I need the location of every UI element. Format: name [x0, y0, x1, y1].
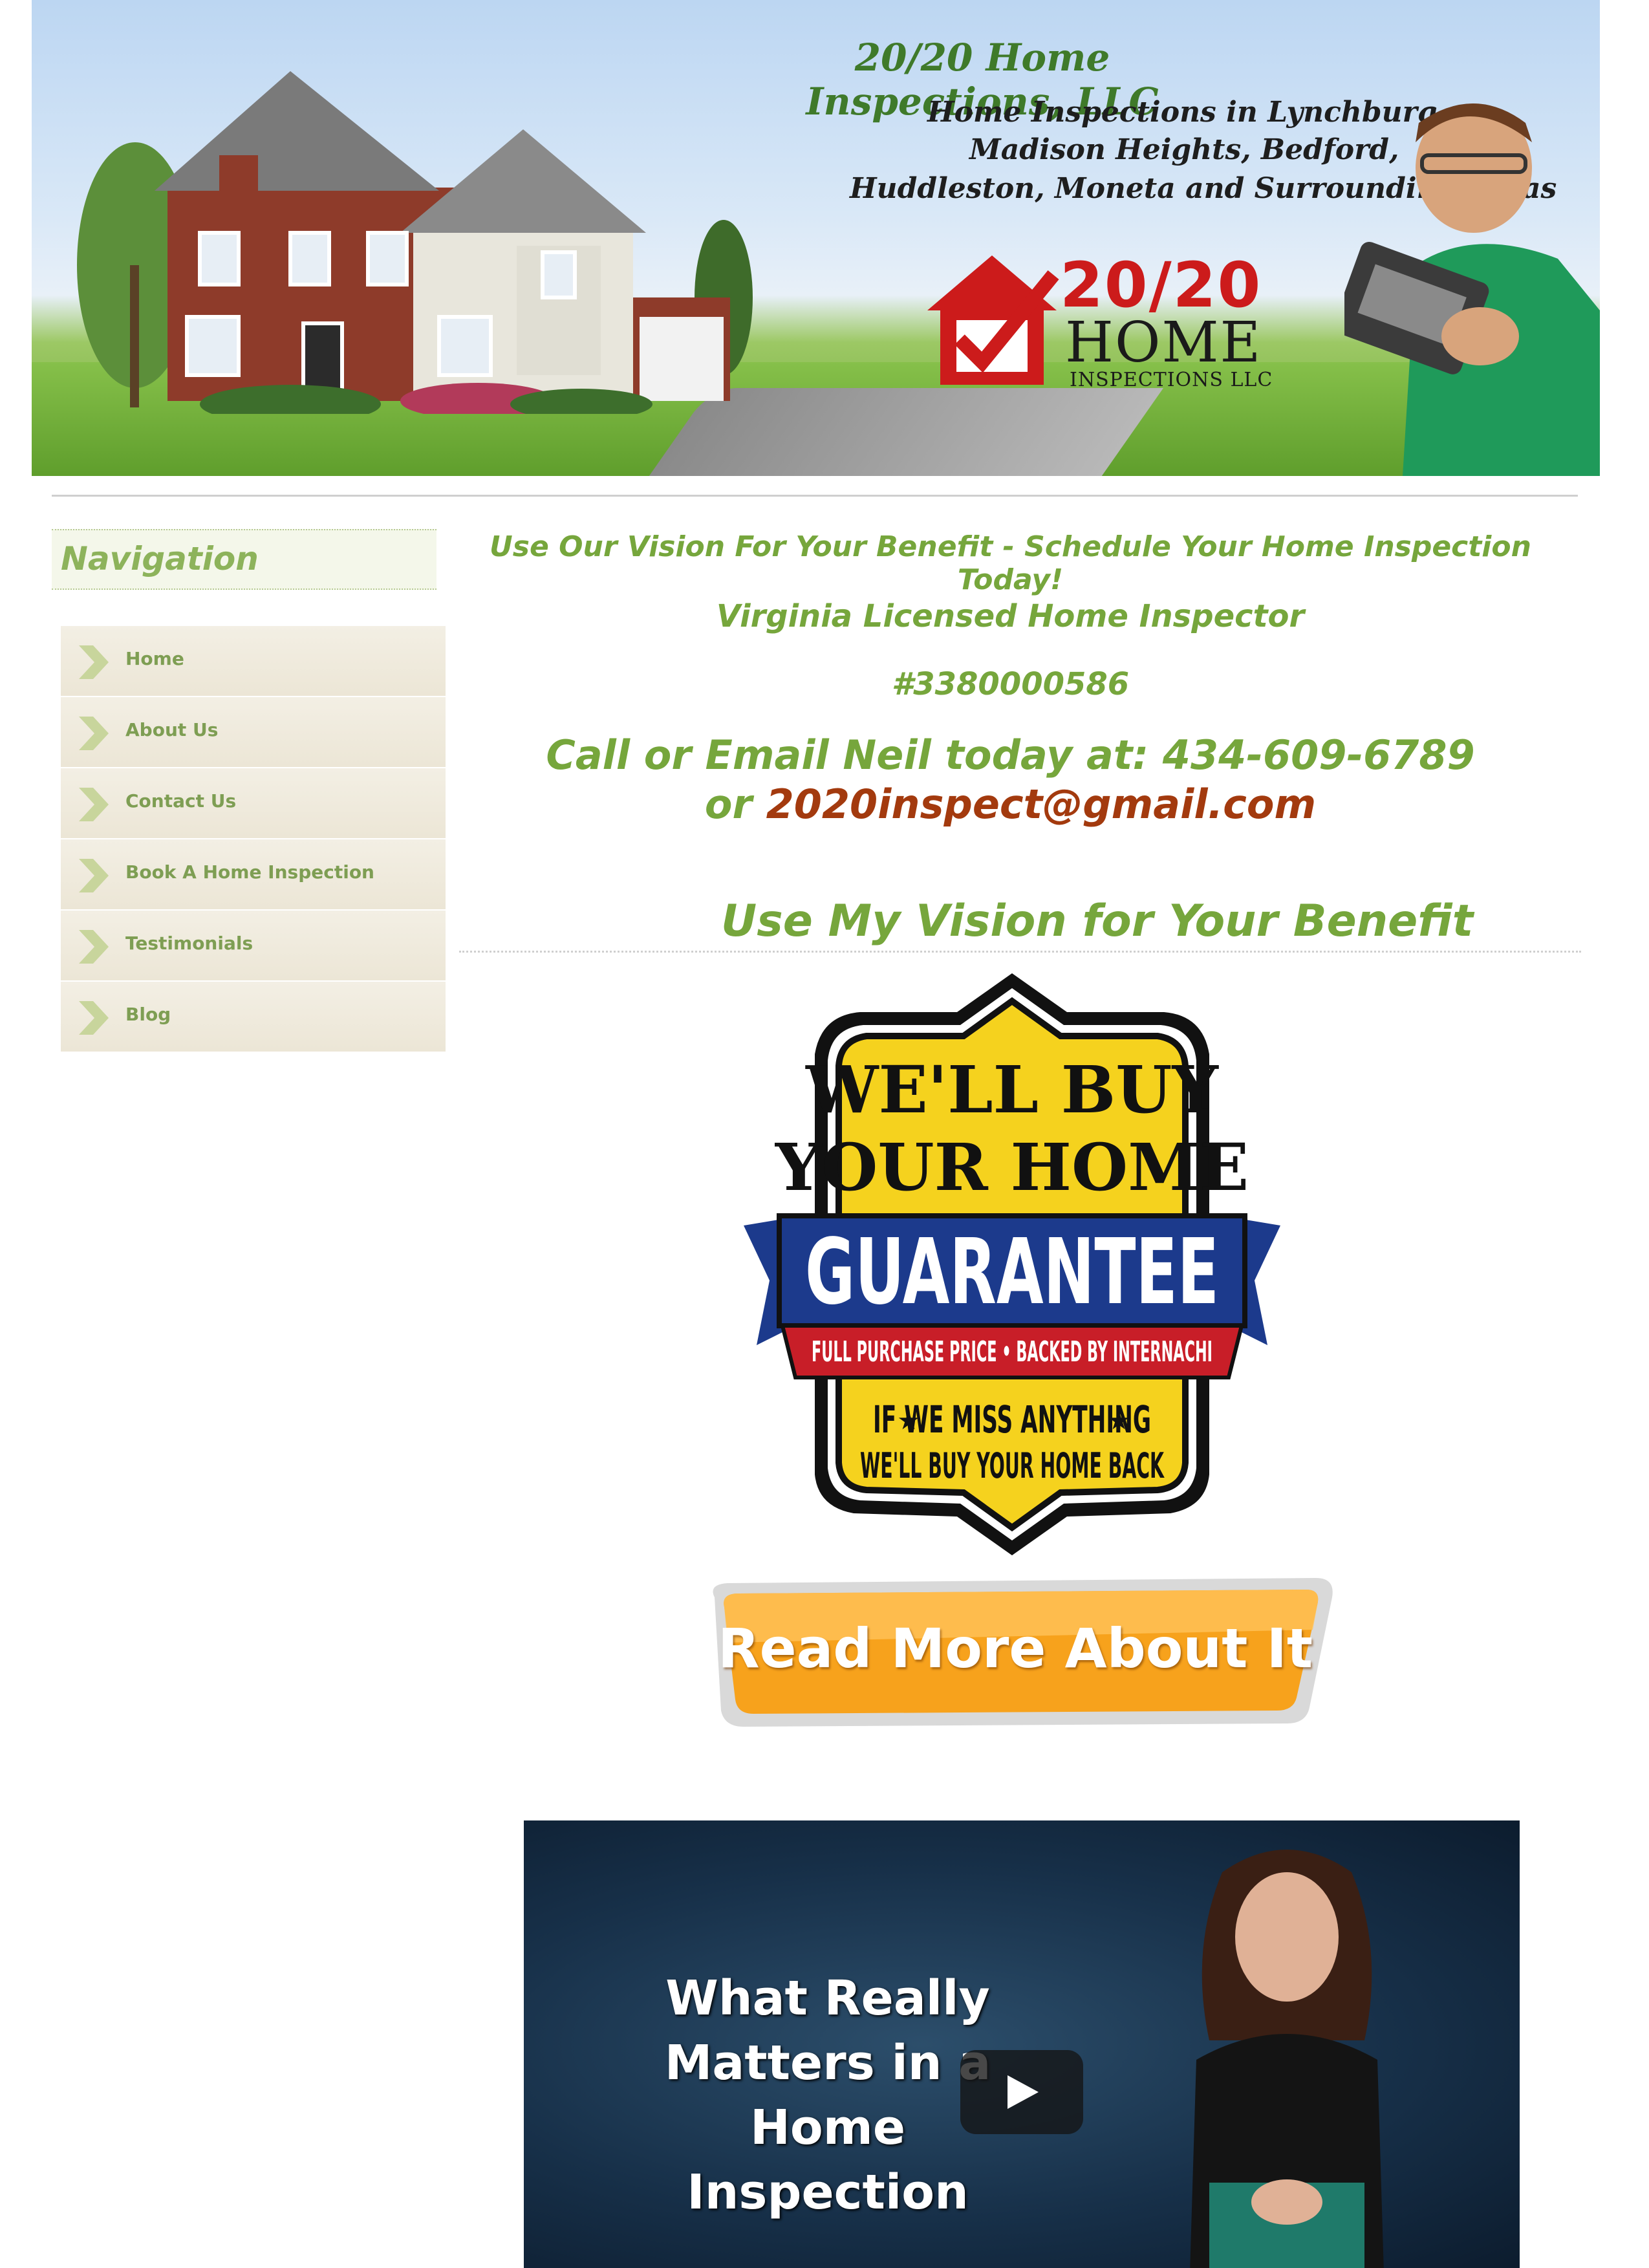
chevron-right-icon	[79, 859, 109, 892]
sidebar-item-label: About Us	[125, 719, 219, 740]
sidebar-item-home[interactable]: Home	[61, 626, 446, 697]
header-divider	[52, 495, 1578, 497]
video-player[interactable]: What Really Matters in a Home Inspection	[524, 1820, 1520, 2268]
vision-heading: Use My Vision for Your Benefit	[721, 896, 1474, 947]
badge-line-6: WE'LL BUY YOUR HOME BACK	[860, 1445, 1165, 1486]
house-check-logo-icon	[927, 255, 1059, 385]
contact-line: Call or Email Neil today at: 434-609-678…	[459, 731, 1562, 829]
chevron-right-icon	[79, 788, 109, 821]
logo-text-home: HOME	[1065, 310, 1262, 375]
star-icon: ★	[1107, 1406, 1130, 1436]
email-line: or 2020inspect@gmail.com	[459, 780, 1562, 829]
tagline: Use Our Vision For Your Benefit - Schedu…	[490, 530, 1531, 596]
read-more-button[interactable]	[695, 1571, 1342, 1733]
badge-line-1: WE'LL BUY	[805, 1052, 1219, 1128]
or-text: or	[704, 781, 766, 828]
sidebar-item-label: Book A Home Inspection	[125, 861, 374, 883]
chevron-right-icon	[79, 645, 109, 679]
star-icon: ★	[897, 1406, 920, 1436]
service-areas-line-2: Madison Heights, Bedford,	[969, 133, 1399, 166]
badge-line-4: FULL PURCHASE PRICE • BACKED BY INTERNAC…	[812, 1335, 1212, 1368]
presenter-image	[1190, 1850, 1384, 2268]
chevron-right-icon	[79, 717, 109, 750]
license-number: #3380000586	[891, 666, 1130, 702]
sidebar-item-blog[interactable]: Blog	[61, 982, 446, 1053]
logo-text-inspections: INSPECTIONS LLC	[1070, 369, 1273, 391]
license-statement: Virginia Licensed Home Inspector	[716, 598, 1305, 634]
sidebar-item-label: Testimonials	[125, 933, 253, 954]
play-button[interactable]	[960, 2050, 1083, 2134]
sidebar-title: Navigation	[61, 540, 259, 578]
guarantee-badge: WE'LL BUY YOUR HOME GUARANTEE FULL PURCH…	[744, 973, 1280, 1555]
sidebar-item-label: Home	[125, 648, 184, 669]
sidebar-item-book-inspection[interactable]: Book A Home Inspection	[61, 839, 446, 911]
sidebar-nav: Home About Us Contact Us Book A Home Ins…	[61, 626, 446, 1053]
header-banner: 20/20 Home Inspections, LLC Home Inspect…	[32, 0, 1600, 476]
inspector-photo	[1344, 103, 1600, 476]
section-divider	[459, 951, 1581, 953]
email-link[interactable]: 2020inspect@gmail.com	[766, 781, 1317, 828]
sidebar-item-testimonials[interactable]: Testimonials	[61, 911, 446, 982]
sidebar-header: Navigation	[52, 529, 436, 590]
sidebar-item-about-us[interactable]: About Us	[61, 697, 446, 768]
chevron-right-icon	[79, 930, 109, 964]
house-image	[77, 71, 753, 414]
video-title-line: What Really	[665, 1971, 990, 2026]
badge-line-3: GUARANTEE	[805, 1220, 1219, 1325]
play-icon	[1008, 2075, 1039, 2109]
chevron-right-icon	[79, 1001, 109, 1035]
sidebar-item-contact-us[interactable]: Contact Us	[61, 768, 446, 839]
sidebar-item-label: Contact Us	[125, 790, 237, 812]
badge-line-2: YOUR HOME	[775, 1129, 1249, 1205]
phone-text: Call or Email Neil today at: 434-609-678…	[546, 731, 1475, 779]
sidebar-item-label: Blog	[125, 1004, 171, 1025]
